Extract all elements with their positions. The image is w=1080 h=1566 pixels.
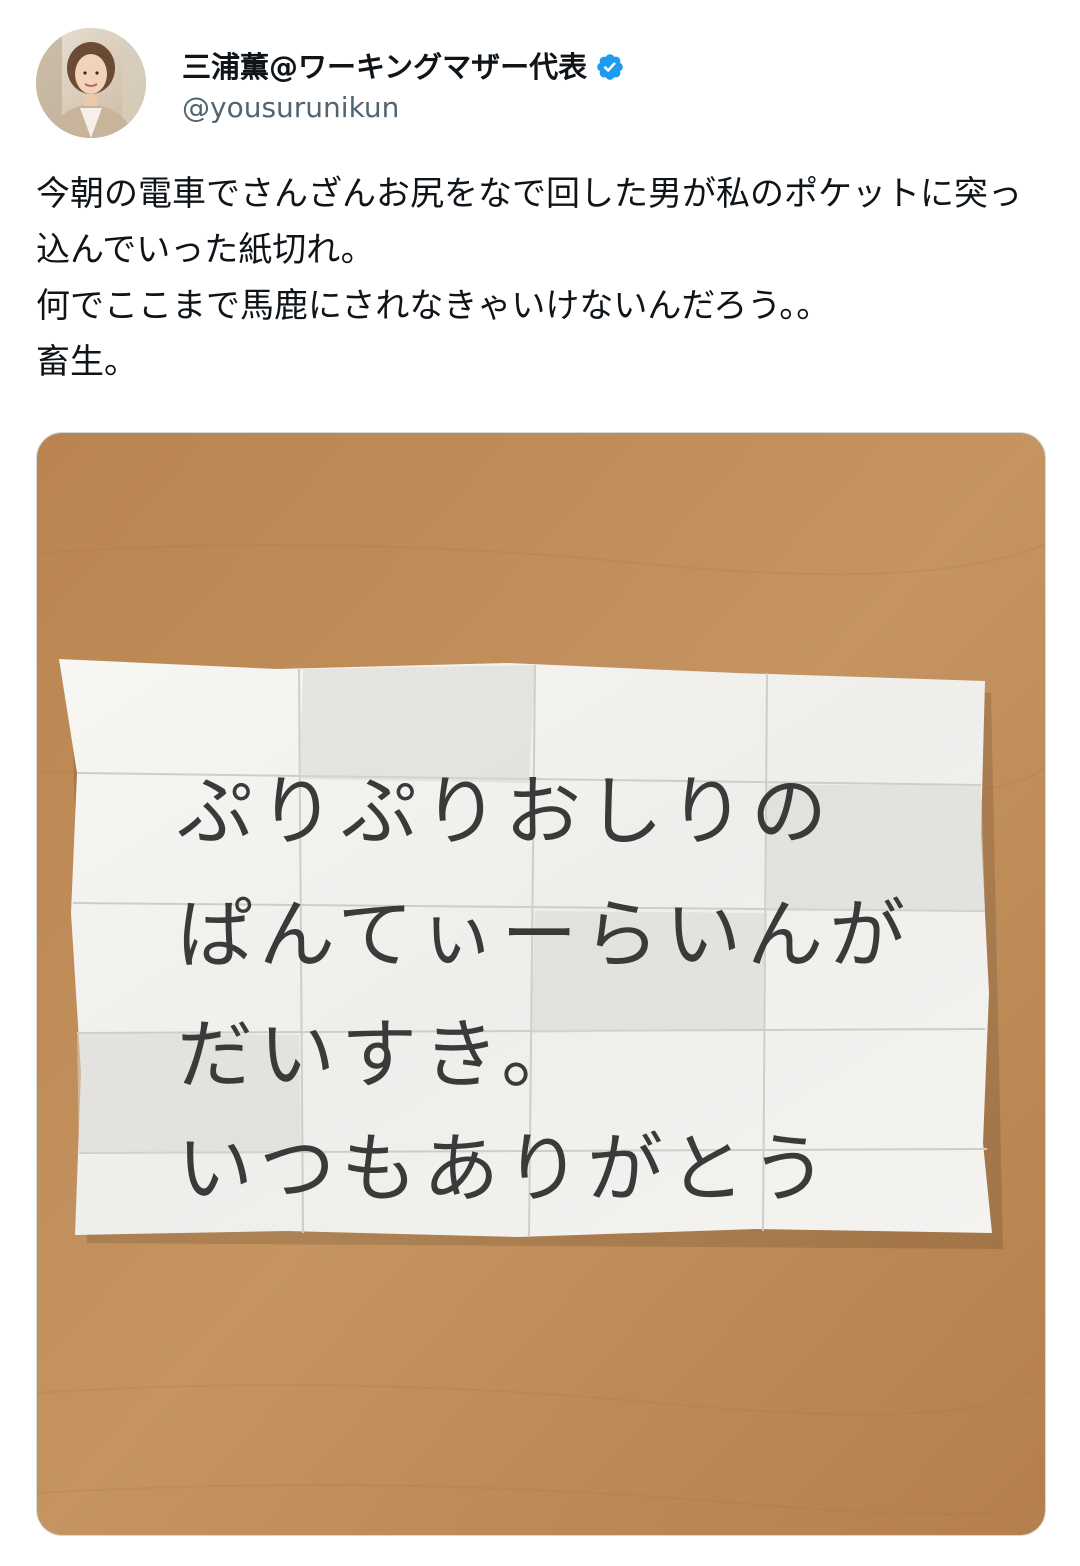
note-photo: ぷりぷりおしりの ぱんてぃーらいんが だいすき。 いつもありがとう	[37, 433, 1045, 1535]
note-line: ぷりぷりおしりの	[177, 767, 833, 856]
avatar-image	[36, 28, 146, 138]
note-line: いつもありがとう	[177, 1124, 833, 1213]
tweet-header: 三浦薫@ワーキングマザー代表 @yousurunikun	[36, 28, 1036, 138]
tweet: 三浦薫@ワーキングマザー代表 @yousurunikun 今朝の電車でさんざんお…	[0, 0, 1080, 1566]
note-line: ぱんてぃーらいんが	[177, 890, 911, 979]
tweet-photo[interactable]: ぷりぷりおしりの ぱんてぃーらいんが だいすき。 いつもありがとう	[36, 432, 1046, 1536]
handle[interactable]: @yousurunikun	[182, 90, 625, 126]
note-line: だいすき。	[177, 1010, 583, 1099]
tweet-text: 今朝の電車でさんざんお尻をなで回した男が私のポケットに突っ込んでいった紙切れ。 …	[36, 174, 1022, 382]
author-names: 三浦薫@ワーキングマザー代表 @yousurunikun	[182, 48, 625, 126]
display-name-row[interactable]: 三浦薫@ワーキングマザー代表	[182, 48, 625, 86]
display-name[interactable]: 三浦薫@ワーキングマザー代表	[182, 48, 587, 86]
verified-badge-icon	[597, 54, 623, 80]
avatar[interactable]	[36, 28, 146, 138]
